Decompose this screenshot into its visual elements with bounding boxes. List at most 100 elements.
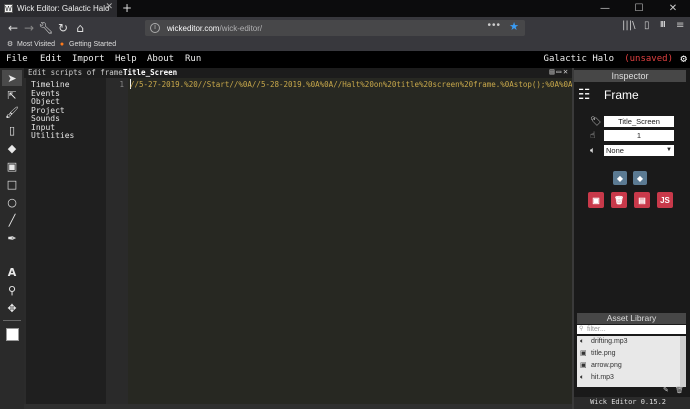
asset-scrollbar[interactable]: [680, 336, 686, 387]
url-bar[interactable]: i wickeditor.com/wick-editor/ ••• ★: [145, 20, 525, 36]
sidebar-icon[interactable]: ▯: [644, 20, 650, 31]
ellipse-icon[interactable]: ○: [2, 194, 22, 210]
line-icon[interactable]: ╱: [2, 212, 22, 228]
zoom-icon[interactable]: ⚲: [2, 282, 22, 298]
line-number-gutter: 1: [106, 78, 128, 404]
asset-library-panel: Asset Library ⚲ filter... 🔈︎ drifting.mp…: [574, 313, 690, 397]
asset-item[interactable]: ▣ arrow.png: [577, 360, 686, 372]
menu-file[interactable]: File: [6, 54, 28, 64]
sound-icon: 🔈︎: [580, 338, 585, 345]
extend-frame-button[interactable]: ◆: [613, 171, 627, 185]
bookmark-star-icon[interactable]: ★: [509, 20, 519, 33]
home-icon[interactable]: ⌂: [71, 19, 89, 37]
script-editor-header: Edit scripts of frame: Title_Screen ▤▭✕: [24, 67, 572, 78]
edit-frame-button[interactable]: ▤: [634, 192, 650, 208]
frame-icon: ☷: [578, 87, 591, 103]
library-icon[interactable]: |||\: [622, 20, 635, 31]
pencil-icon[interactable]: ▯: [2, 122, 22, 138]
hamburger-menu-icon[interactable]: ≡: [676, 20, 684, 31]
version-label: Wick Editor 0.15.2: [590, 398, 666, 406]
code-line: //5-27-2019.%20//Start//%0A//5-28-2019.%…: [130, 80, 572, 89]
edit-script-button[interactable]: JS: [657, 192, 673, 208]
menu-help[interactable]: Help: [115, 54, 137, 64]
minimize-icon[interactable]: —: [588, 0, 622, 17]
extension-icon[interactable]: Ⅲ: [660, 20, 666, 29]
toolbar-divider: [3, 320, 21, 321]
forward-icon[interactable]: →: [20, 19, 38, 37]
asset-item[interactable]: 🔈︎ hit.mp3: [577, 372, 686, 384]
browser-tab[interactable]: W Wick Editor: Galactic Halo ✕: [0, 0, 117, 17]
editor-bottom-strip: [24, 404, 572, 409]
tab-close-icon[interactable]: ✕: [105, 2, 113, 12]
menu-about[interactable]: About: [147, 54, 174, 64]
menu-import[interactable]: Import: [72, 54, 105, 64]
asset-name: drifting.mp3: [591, 338, 628, 345]
maximize-icon[interactable]: ☐: [622, 0, 656, 17]
chevron-down-icon: ▼: [666, 147, 672, 153]
add-frame-button[interactable]: ▣: [588, 192, 604, 208]
delete-frame-button[interactable]: 🗑︎: [611, 192, 627, 208]
asset-filter-input[interactable]: ⚲ filter...: [577, 325, 686, 334]
fill-bucket-icon[interactable]: ▣: [2, 158, 22, 174]
rectangle-icon[interactable]: □: [2, 176, 22, 192]
url-host: wickeditor.com: [167, 23, 220, 33]
bookmark-label: Getting Started: [69, 40, 117, 48]
text-icon[interactable]: A: [2, 264, 22, 280]
site-info-icon[interactable]: i: [150, 23, 160, 33]
wick-favicon-icon: W: [4, 4, 13, 13]
editor-window-controls[interactable]: ▤▭✕: [550, 67, 570, 76]
page-actions-icon[interactable]: •••: [487, 20, 501, 31]
url-path: /wick-editor/: [219, 23, 263, 33]
fill-swatch-icon: [5, 327, 19, 341]
asset-item[interactable]: ▣ title.png: [577, 348, 686, 360]
search-icon: ⚲: [579, 326, 584, 332]
asset-list: 🔈︎ drifting.mp3 ▣ title.png ▣ arrow.png …: [577, 336, 686, 387]
frame-duration-input[interactable]: 1: [604, 130, 674, 141]
asset-filter-placeholder: filter...: [587, 326, 606, 333]
frame-name-input[interactable]: Title_Screen: [604, 116, 674, 127]
asset-library-title: Asset Library: [577, 313, 686, 324]
sound-icon: 🔈︎: [590, 146, 596, 156]
browser-nav-bar: ← → 🔧︎ ↻ ⌂ i wickeditor.com/wick-editor/…: [0, 17, 690, 39]
asset-name: hit.mp3: [591, 374, 614, 381]
code-editor[interactable]: //5-27-2019.%20//Start//%0A//5-28-2019.%…: [128, 78, 572, 404]
asset-name: title.png: [591, 350, 616, 357]
inspector-panel: Inspector ☷ Frame 🏷︎ Title_Screen ☝ 1 🔈︎…: [574, 68, 690, 313]
app-menu-bar: File Edit Import Help About Run Galactic…: [0, 51, 690, 68]
menu-run[interactable]: Run: [185, 54, 201, 64]
editor-frame-name: Title_Screen: [123, 68, 178, 77]
duration-icon: ☝: [590, 131, 596, 141]
project-name[interactable]: Galactic Halo: [544, 54, 614, 64]
tool-bar: ➤ ⇱ 🖌︎ ▯ ◆ ▣ □ ○ ╱ ✒ A ⚲ ✥: [0, 68, 24, 409]
window-close-icon[interactable]: ✕: [656, 0, 690, 17]
tab-title: Wick Editor: Galactic Halo: [17, 4, 110, 13]
pointer-icon[interactable]: ⇱: [2, 87, 22, 103]
eraser-icon[interactable]: ◆: [2, 140, 22, 156]
reload-icon[interactable]: ↻: [54, 19, 72, 37]
reference-utilities[interactable]: Utilities: [31, 131, 106, 141]
line-number: 1: [119, 80, 124, 89]
gear-icon: ⚙: [6, 41, 14, 48]
pan-icon[interactable]: ✥: [2, 300, 22, 316]
browser-tab-bar: W Wick Editor: Galactic Halo ✕ + — ☐ ✕: [0, 0, 690, 17]
bookmark-most-visited[interactable]: ⚙ Most Visited: [6, 40, 55, 49]
shrink-frame-button[interactable]: ◆: [633, 171, 647, 185]
edit-asset-icon[interactable]: ✎: [663, 386, 669, 394]
pen-icon[interactable]: ✒: [2, 230, 22, 246]
image-icon: ▣: [580, 362, 587, 369]
brush-icon[interactable]: 🖌︎: [2, 104, 22, 120]
asset-footer: ✎ 🗑︎: [577, 386, 686, 396]
frame-sound-select[interactable]: None ▼: [604, 145, 674, 156]
asset-item[interactable]: 🔈︎ drifting.mp3: [577, 336, 686, 348]
menu-edit[interactable]: Edit: [40, 54, 62, 64]
inspector-title: Inspector: [574, 70, 686, 82]
cursor-icon[interactable]: ➤: [2, 70, 22, 86]
settings-gear-icon[interactable]: ⚙: [680, 52, 687, 65]
image-icon: ▣: [580, 350, 587, 357]
bookmark-getting-started[interactable]: ● Getting Started: [58, 40, 116, 48]
new-tab-icon[interactable]: +: [122, 0, 132, 16]
fill-color-swatch[interactable]: [2, 326, 22, 342]
delete-asset-icon[interactable]: 🗑︎: [675, 386, 684, 394]
tools-wrench-icon[interactable]: 🔧︎: [37, 19, 55, 37]
sound-icon: 🔈︎: [580, 374, 585, 381]
